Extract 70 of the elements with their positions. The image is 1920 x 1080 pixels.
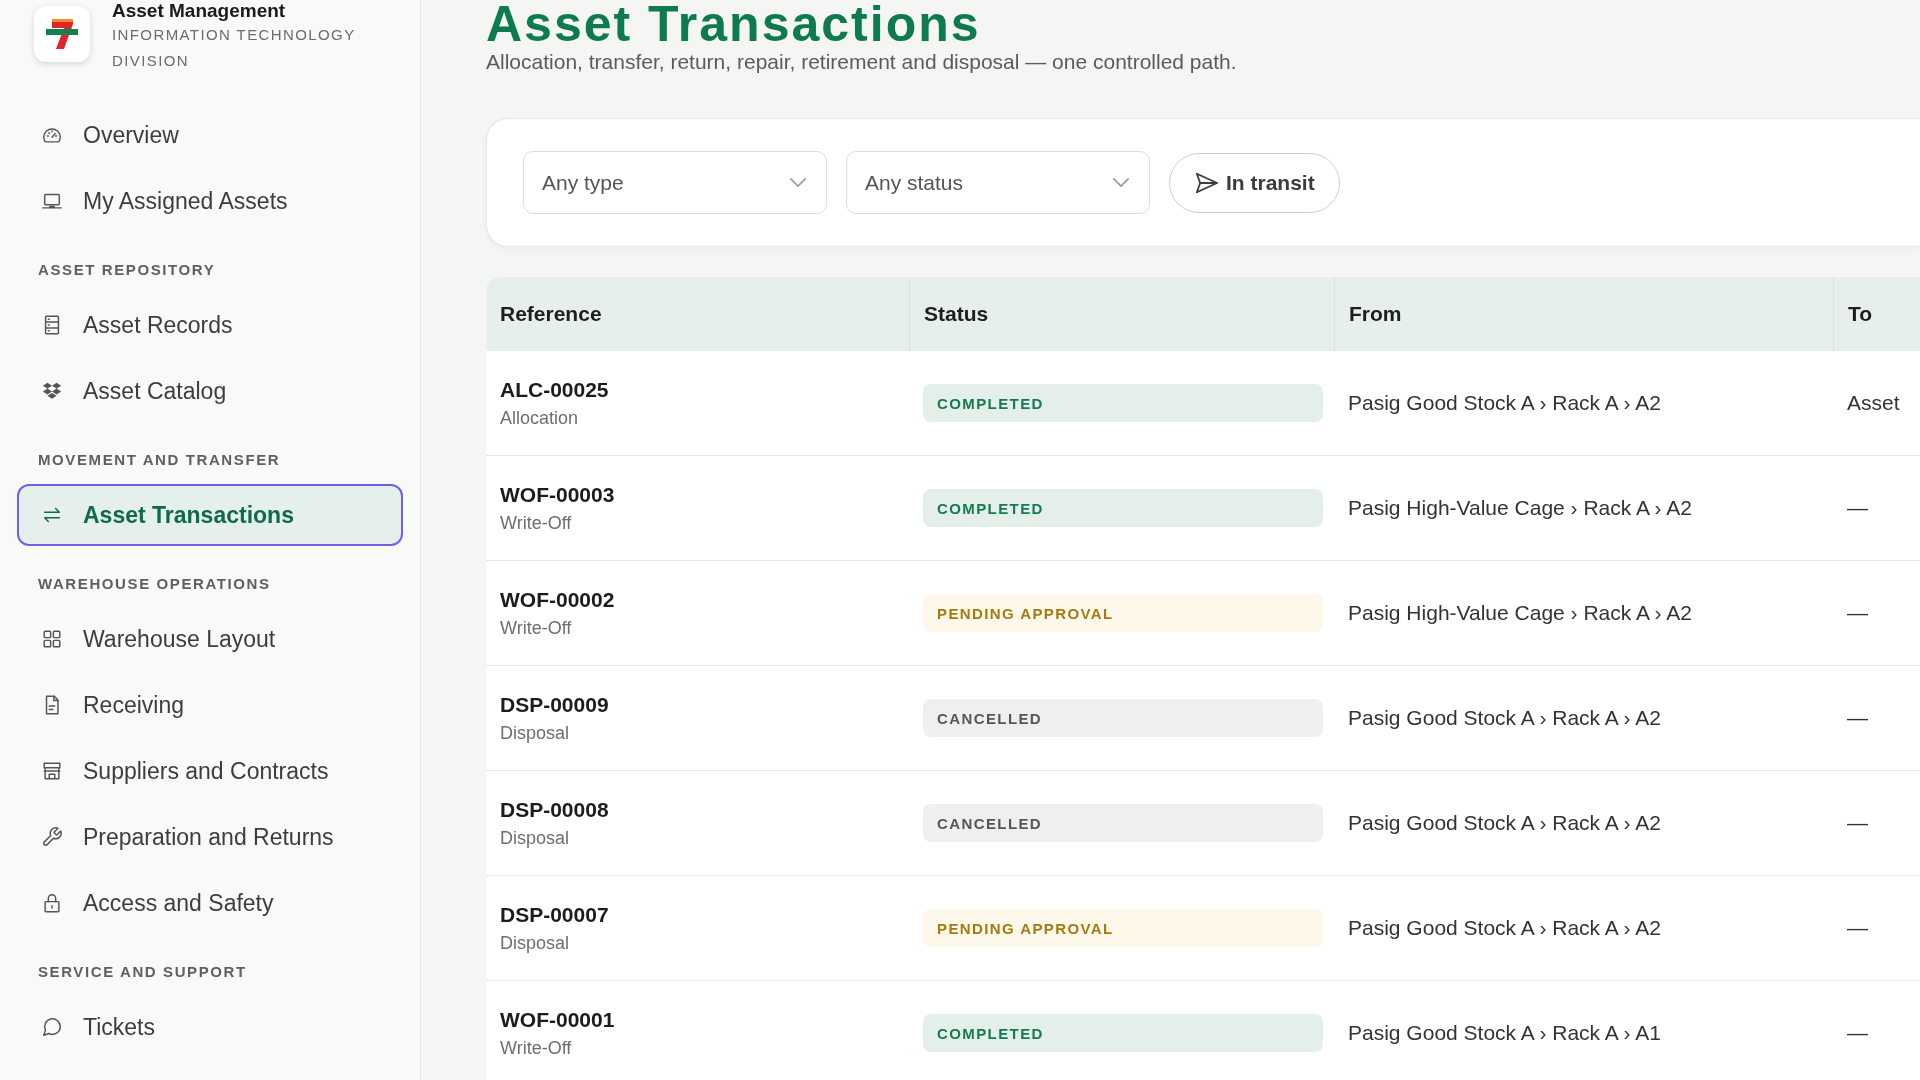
page-subtitle: Allocation, transfer, return, repair, retirement and disposal — one controlled path. [486, 49, 1237, 75]
column-header: To [1833, 277, 1920, 351]
to-location-text: — [1847, 916, 1868, 939]
in-transit-button[interactable]: In transit [1169, 152, 1340, 213]
to-location-text: Asset [1847, 391, 1900, 414]
status-badge: COMPLETED [923, 384, 1323, 422]
app-title: Asset Management [112, 0, 286, 22]
chat-bubble-icon [41, 1016, 63, 1038]
send-icon [1196, 171, 1218, 194]
status-badge: COMPLETED [923, 1014, 1323, 1052]
from-location-text: Pasig High-Value Cage › Rack A › A2 [1348, 496, 1692, 519]
sidebar-item[interactable]: Asset Catalog [17, 360, 403, 422]
status-select[interactable]: Any status [846, 151, 1150, 214]
to-location-text: — [1847, 1021, 1868, 1044]
reference-text: WOF-00003 [500, 482, 615, 507]
status-badge: CANCELLED [923, 699, 1323, 737]
section-heading: MOVEMENT AND TRANSFER [38, 452, 281, 468]
to-location-text: — [1847, 811, 1868, 834]
status-badge: PENDING APPROVAL [923, 594, 1323, 632]
from-location-text: Pasig High-Value Cage › Rack A › A2 [1348, 601, 1692, 624]
sidebar-item[interactable]: Tickets [17, 996, 403, 1058]
reference-text: DSP-00007 [500, 902, 609, 927]
reference-text: ALC-00025 [500, 377, 609, 402]
from-location-text: Pasig Good Stock A › Rack A › A2 [1348, 391, 1661, 414]
sidebar-item[interactable]: Preparation and Returns [17, 806, 403, 868]
column-header: Reference [499, 301, 603, 327]
to-location-text: — [1847, 496, 1868, 519]
transaction-type-text: Disposal [500, 827, 570, 849]
grid-icon [41, 628, 63, 650]
transaction-type-text: Write-Off [500, 512, 572, 534]
column-header: From [1334, 277, 1833, 351]
chevron-down-icon [790, 178, 806, 187]
column-header: Status [909, 277, 1334, 351]
transaction-type-text: Disposal [500, 722, 570, 744]
storefront-icon [41, 760, 63, 782]
reference-text: DSP-00008 [500, 797, 609, 822]
from-location-text: Pasig Good Stock A › Rack A › A1 [1348, 1021, 1661, 1044]
wrench-icon [41, 826, 63, 848]
logo-icon [34, 6, 90, 62]
sidebar-item[interactable]: Warehouse Layout [17, 608, 403, 670]
chevron-down-icon [1113, 178, 1129, 187]
sidebar-item[interactable]: Asset Records [17, 294, 403, 356]
transaction-type-text: Write-Off [500, 617, 572, 639]
transaction-type-text: Disposal [500, 932, 570, 954]
division-subtitle: INFORMATION TECHNOLOGY DIVISION [112, 25, 357, 71]
from-location-text: Pasig Good Stock A › Rack A › A2 [1348, 811, 1661, 834]
section-heading: WAREHOUSE OPERATIONS [38, 576, 271, 592]
to-location-text: — [1847, 706, 1868, 729]
page-title: Asset Transactions [486, 0, 981, 48]
transaction-type-text: Write-Off [500, 1037, 572, 1059]
sidebar-item[interactable]: Asset Transactions [17, 484, 403, 546]
section-heading: ASSET REPOSITORY [38, 262, 216, 278]
type-select[interactable]: Any type [523, 151, 827, 214]
lock-icon [41, 892, 63, 914]
sidebar-item[interactable]: My Assigned Assets [17, 170, 403, 232]
transaction-type-text: Allocation [500, 407, 579, 429]
reference-text: WOF-00002 [500, 587, 615, 612]
sidebar-item[interactable]: Access and Safety [17, 872, 403, 934]
sidebar-item[interactable]: Overview [17, 104, 403, 166]
status-badge: CANCELLED [923, 804, 1323, 842]
from-location-text: Pasig Good Stock A › Rack A › A2 [1348, 916, 1661, 939]
section-heading: SERVICE AND SUPPORT [38, 964, 247, 980]
from-location-text: Pasig Good Stock A › Rack A › A2 [1348, 706, 1661, 729]
status-badge: COMPLETED [923, 489, 1323, 527]
reference-text: WOF-00001 [500, 1007, 615, 1032]
status-badge: PENDING APPROVAL [923, 909, 1323, 947]
sidebar-item[interactable]: Suppliers and Contracts [17, 740, 403, 802]
to-location-text: — [1847, 601, 1868, 624]
sidebar-item[interactable]: Receiving [17, 674, 403, 736]
reference-text: DSP-00009 [500, 692, 609, 717]
